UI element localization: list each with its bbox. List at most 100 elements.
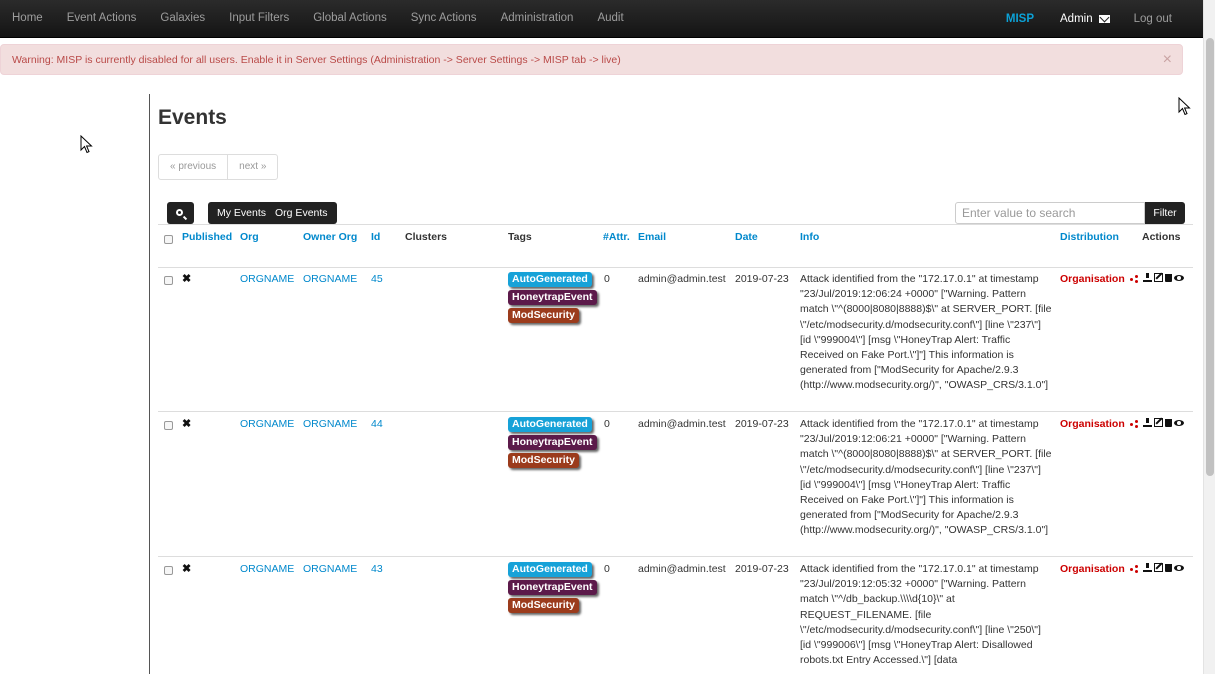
- org-events-button[interactable]: Org Events: [275, 202, 337, 224]
- page-scrollbar[interactable]: [1203, 0, 1215, 674]
- close-icon[interactable]: ×: [1163, 45, 1172, 74]
- alert-text: Warning: MISP is currently disabled for …: [12, 54, 621, 66]
- row-actions: [1143, 563, 1184, 572]
- row-owner-org[interactable]: ORGNAME: [303, 273, 357, 285]
- tag-modsecurity[interactable]: ModSecurity: [508, 598, 580, 613]
- delete-icon[interactable]: [1165, 419, 1172, 427]
- header-date[interactable]: Date: [735, 231, 758, 243]
- nav-event-actions[interactable]: Event Actions: [55, 0, 149, 37]
- header-id[interactable]: Id: [371, 231, 380, 243]
- edit-icon[interactable]: [1154, 563, 1163, 572]
- tag-modsecurity[interactable]: ModSecurity: [508, 453, 580, 468]
- previous-page-link[interactable]: « previous: [159, 155, 227, 179]
- tag-honeytrapevent[interactable]: HoneytrapEvent: [508, 435, 597, 450]
- row-tags: AutoGenerated HoneytrapEvent ModSecurity: [508, 562, 597, 613]
- filter-button[interactable]: Filter: [1145, 202, 1185, 224]
- unpublished-icon: ✖: [182, 273, 192, 285]
- row-id[interactable]: 44: [371, 418, 383, 430]
- nav-administration[interactable]: Administration: [489, 0, 586, 37]
- download-icon[interactable]: [1143, 563, 1152, 572]
- header-published[interactable]: Published: [182, 231, 232, 243]
- mail-icon[interactable]: [1098, 14, 1110, 23]
- nav-brand[interactable]: MISP: [1006, 13, 1034, 25]
- table-row: ✖ ORGNAME ORGNAME 45 AutoGenerated Honey…: [158, 267, 1193, 412]
- header-email[interactable]: Email: [638, 231, 666, 243]
- row-checkbox[interactable]: [164, 566, 173, 575]
- header-attr[interactable]: #Attr.: [603, 231, 630, 243]
- view-icon[interactable]: [1174, 420, 1184, 426]
- scrollbar-thumb[interactable]: [1206, 38, 1214, 476]
- distribution-label: Organisation: [1060, 418, 1125, 430]
- nav-global-actions[interactable]: Global Actions: [301, 0, 399, 37]
- header-clusters: Clusters: [405, 231, 448, 243]
- distribution-label: Organisation: [1060, 563, 1125, 575]
- view-icon[interactable]: [1174, 275, 1184, 281]
- row-checkbox[interactable]: [164, 276, 173, 285]
- search-toggle-button[interactable]: [167, 202, 194, 224]
- row-tags: AutoGenerated HoneytrapEvent ModSecurity: [508, 417, 597, 468]
- share-icon: [1129, 275, 1138, 284]
- row-owner-org[interactable]: ORGNAME: [303, 418, 357, 430]
- nav-user-area: MISP Admin Log out: [1006, 0, 1203, 37]
- tag-honeytrapevent[interactable]: HoneytrapEvent: [508, 290, 597, 305]
- next-page-link[interactable]: next »: [227, 155, 277, 179]
- search-input[interactable]: [955, 202, 1145, 224]
- warning-alert: Warning: MISP is currently disabled for …: [0, 44, 1183, 75]
- row-org[interactable]: ORGNAME: [240, 273, 294, 285]
- row-id[interactable]: 43: [371, 563, 383, 575]
- nav-input-filters[interactable]: Input Filters: [217, 0, 301, 37]
- tag-modsecurity[interactable]: ModSecurity: [508, 308, 580, 323]
- nav-user-link[interactable]: Admin: [1060, 13, 1110, 25]
- edit-icon[interactable]: [1154, 418, 1163, 427]
- row-info: Attack identified from the "172.17.0.1" …: [800, 563, 1041, 667]
- distribution-label: Organisation: [1060, 273, 1125, 285]
- row-actions: [1143, 418, 1184, 427]
- row-info: Attack identified from the "172.17.0.1" …: [800, 418, 1052, 537]
- row-distribution[interactable]: Organisation: [1060, 273, 1138, 285]
- table-header: Published Org Owner Org Id Clusters Tags…: [158, 224, 1193, 268]
- nav-audit[interactable]: Audit: [585, 0, 635, 37]
- table-row: ✖ ORGNAME ORGNAME 44 AutoGenerated Honey…: [158, 412, 1193, 557]
- row-distribution[interactable]: Organisation: [1060, 418, 1138, 430]
- delete-icon[interactable]: [1165, 274, 1172, 282]
- row-org[interactable]: ORGNAME: [240, 563, 294, 575]
- row-tags: AutoGenerated HoneytrapEvent ModSecurity: [508, 272, 597, 323]
- tag-autogenerated[interactable]: AutoGenerated: [508, 417, 592, 432]
- row-date: 2019-07-23: [735, 563, 789, 575]
- view-icon[interactable]: [1174, 565, 1184, 571]
- event-filter-group: My Events Org Events: [208, 202, 337, 224]
- header-owner-org[interactable]: Owner Org: [303, 231, 357, 243]
- tag-autogenerated[interactable]: AutoGenerated: [508, 562, 592, 577]
- nav-home[interactable]: Home: [0, 0, 55, 37]
- select-all-checkbox[interactable]: [164, 235, 173, 244]
- download-icon[interactable]: [1143, 418, 1152, 427]
- user-name: Admin: [1060, 12, 1093, 25]
- mouse-cursor-icon: [1178, 97, 1191, 116]
- tag-honeytrapevent[interactable]: HoneytrapEvent: [508, 580, 597, 595]
- page-title: Events: [158, 106, 227, 129]
- row-checkbox[interactable]: [164, 421, 173, 430]
- row-distribution[interactable]: Organisation: [1060, 563, 1138, 575]
- row-date: 2019-07-23: [735, 418, 789, 430]
- header-org[interactable]: Org: [240, 231, 259, 243]
- header-actions: Actions: [1142, 231, 1181, 243]
- row-id[interactable]: 45: [371, 273, 383, 285]
- pagination: « previous next »: [158, 154, 279, 180]
- delete-icon[interactable]: [1165, 564, 1172, 572]
- row-owner-org[interactable]: ORGNAME: [303, 563, 357, 575]
- row-email: admin@admin.test: [638, 563, 726, 575]
- download-icon[interactable]: [1143, 273, 1152, 282]
- logout-link[interactable]: Log out: [1134, 13, 1172, 25]
- tag-autogenerated[interactable]: AutoGenerated: [508, 272, 592, 287]
- edit-icon[interactable]: [1154, 273, 1163, 282]
- unpublished-icon: ✖: [182, 563, 192, 575]
- header-distribution[interactable]: Distribution: [1060, 231, 1119, 243]
- table-row: ✖ ORGNAME ORGNAME 43 AutoGenerated Honey…: [158, 557, 1193, 674]
- header-tags: Tags: [508, 231, 532, 243]
- nav-galaxies[interactable]: Galaxies: [148, 0, 217, 37]
- header-info[interactable]: Info: [800, 231, 819, 243]
- my-events-button[interactable]: My Events: [208, 202, 275, 224]
- share-icon: [1129, 420, 1138, 429]
- row-org[interactable]: ORGNAME: [240, 418, 294, 430]
- nav-sync-actions[interactable]: Sync Actions: [399, 0, 489, 37]
